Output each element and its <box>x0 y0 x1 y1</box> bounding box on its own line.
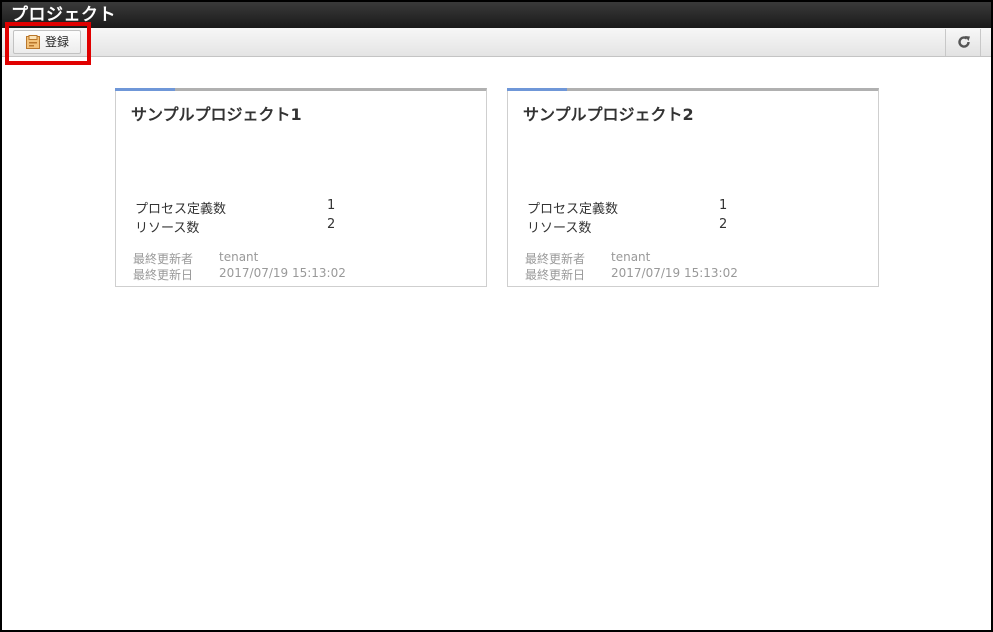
last-updated-row: 最終更新日 2017/07/19 15:13:02 <box>133 266 346 283</box>
window-frame: プロジェクト 登録 サンプルプロジェクト1 プロセス定義数 1 リソース数 2 … <box>0 0 993 632</box>
last-updater-value: tenant <box>219 250 259 264</box>
process-count-value: 1 <box>719 198 728 213</box>
process-count-label: プロセス定義数 <box>135 202 227 217</box>
process-count-row: プロセス定義数 1 <box>135 198 335 217</box>
page-title: プロジェクト <box>2 2 991 28</box>
process-count-row: プロセス定義数 1 <box>527 198 727 217</box>
toolbar: 登録 <box>2 28 991 57</box>
resource-count-value: 2 <box>327 217 336 232</box>
resource-count-label: リソース数 <box>135 221 200 236</box>
process-count-label: プロセス定義数 <box>527 202 619 217</box>
refresh-icon <box>958 36 970 48</box>
last-updater-row: 最終更新者 tenant <box>525 250 650 267</box>
register-button-highlight <box>5 22 91 65</box>
project-name: サンプルプロジェクト2 <box>523 105 694 124</box>
last-updated-value: 2017/07/19 15:13:02 <box>219 266 346 280</box>
card-accent-bar <box>507 88 567 91</box>
last-updated-row: 最終更新日 2017/07/19 15:13:02 <box>525 266 738 283</box>
last-updater-row: 最終更新者 tenant <box>133 250 258 267</box>
card-accent-bar <box>115 88 175 91</box>
project-card[interactable]: サンプルプロジェクト1 プロセス定義数 1 リソース数 2 最終更新者 tena… <box>115 88 487 287</box>
resource-count-row: リソース数 2 <box>135 217 335 236</box>
resource-count-label: リソース数 <box>527 221 592 236</box>
resource-count-value: 2 <box>719 217 728 232</box>
last-updated-label: 最終更新日 <box>525 268 586 282</box>
project-name: サンプルプロジェクト1 <box>131 105 302 124</box>
last-updated-value: 2017/07/19 15:13:02 <box>611 266 738 280</box>
last-updater-value: tenant <box>611 250 651 264</box>
resource-count-row: リソース数 2 <box>527 217 727 236</box>
project-card[interactable]: サンプルプロジェクト2 プロセス定義数 1 リソース数 2 最終更新者 tena… <box>507 88 879 287</box>
last-updater-label: 最終更新者 <box>525 252 586 266</box>
process-count-value: 1 <box>327 198 336 213</box>
last-updated-label: 最終更新日 <box>133 268 194 282</box>
last-updater-label: 最終更新者 <box>133 252 194 266</box>
refresh-button[interactable] <box>945 29 981 56</box>
